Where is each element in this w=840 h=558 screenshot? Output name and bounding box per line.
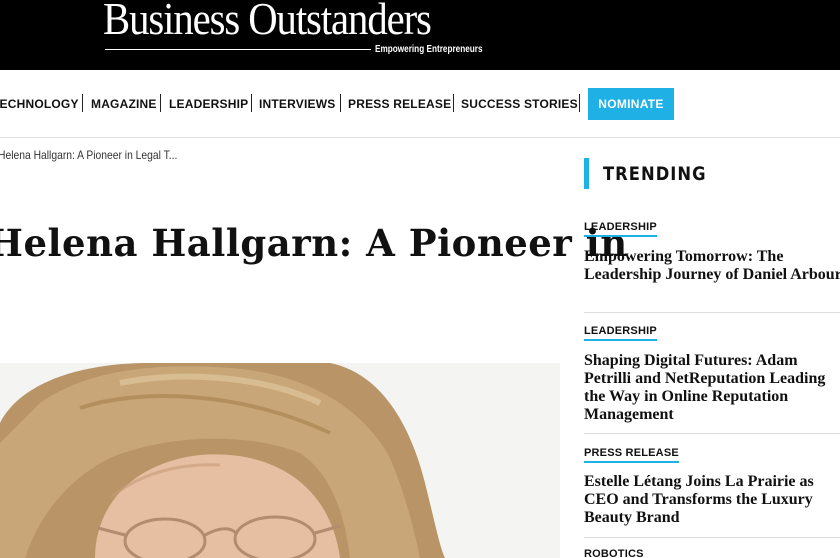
trending-title: TRENDING xyxy=(603,162,707,185)
breadcrumb[interactable]: Helena Hallgarn: A Pioneer in Legal T... xyxy=(0,148,177,162)
article-title: Helena Hallgarn: A Pioneer in xyxy=(0,221,628,265)
trending-divider xyxy=(584,433,840,434)
trending-category[interactable]: LEADERSHIP xyxy=(584,221,657,237)
trending-heading: TRENDING xyxy=(584,158,723,189)
nav-separator xyxy=(579,94,580,112)
logo-text: Business Outstanders xyxy=(103,0,432,44)
trending-divider xyxy=(584,537,840,538)
trending-headline[interactable]: Empowering Tomorrow: The Leadership Jour… xyxy=(584,248,840,284)
trending-category[interactable]: ROBOTICS xyxy=(584,548,644,558)
nav-separator xyxy=(453,94,454,112)
site-logo[interactable]: Business Outstanders Empowering Entrepre… xyxy=(103,0,483,62)
site-header: Business Outstanders Empowering Entrepre… xyxy=(0,0,840,70)
trending-divider xyxy=(584,312,840,313)
nav-item-technology[interactable]: TECHNOLOGY xyxy=(0,97,79,111)
logo-rule xyxy=(105,49,371,50)
nav-separator xyxy=(160,94,161,112)
main-nav: TECHNOLOGY MAGAZINE LEADERSHIP INTERVIEW… xyxy=(0,70,840,138)
nav-separator xyxy=(251,94,252,112)
hero-image xyxy=(0,363,560,558)
nav-item-success-stories[interactable]: SUCCESS STORIES xyxy=(461,97,578,111)
nav-item-press-release[interactable]: PRESS RELEASE xyxy=(348,97,451,111)
trending-category[interactable]: PRESS RELEASE xyxy=(584,447,679,463)
nav-item-magazine[interactable]: MAGAZINE xyxy=(91,97,157,111)
nominate-button[interactable]: NOMINATE xyxy=(588,88,674,120)
nav-item-leadership[interactable]: LEADERSHIP xyxy=(169,97,248,111)
logo-tagline: Empowering Entrepreneurs xyxy=(375,44,483,55)
trending-accent-bar xyxy=(584,158,589,189)
trending-category[interactable]: LEADERSHIP xyxy=(584,325,657,341)
nav-separator xyxy=(340,94,341,112)
trending-headline[interactable]: Shaping Digital Futures: Adam Petrilli a… xyxy=(584,352,840,424)
nav-separator xyxy=(82,94,83,112)
trending-headline[interactable]: Estelle Létang Joins La Prairie as CEO a… xyxy=(584,473,840,527)
nav-item-interviews[interactable]: INTERVIEWS xyxy=(259,97,335,111)
